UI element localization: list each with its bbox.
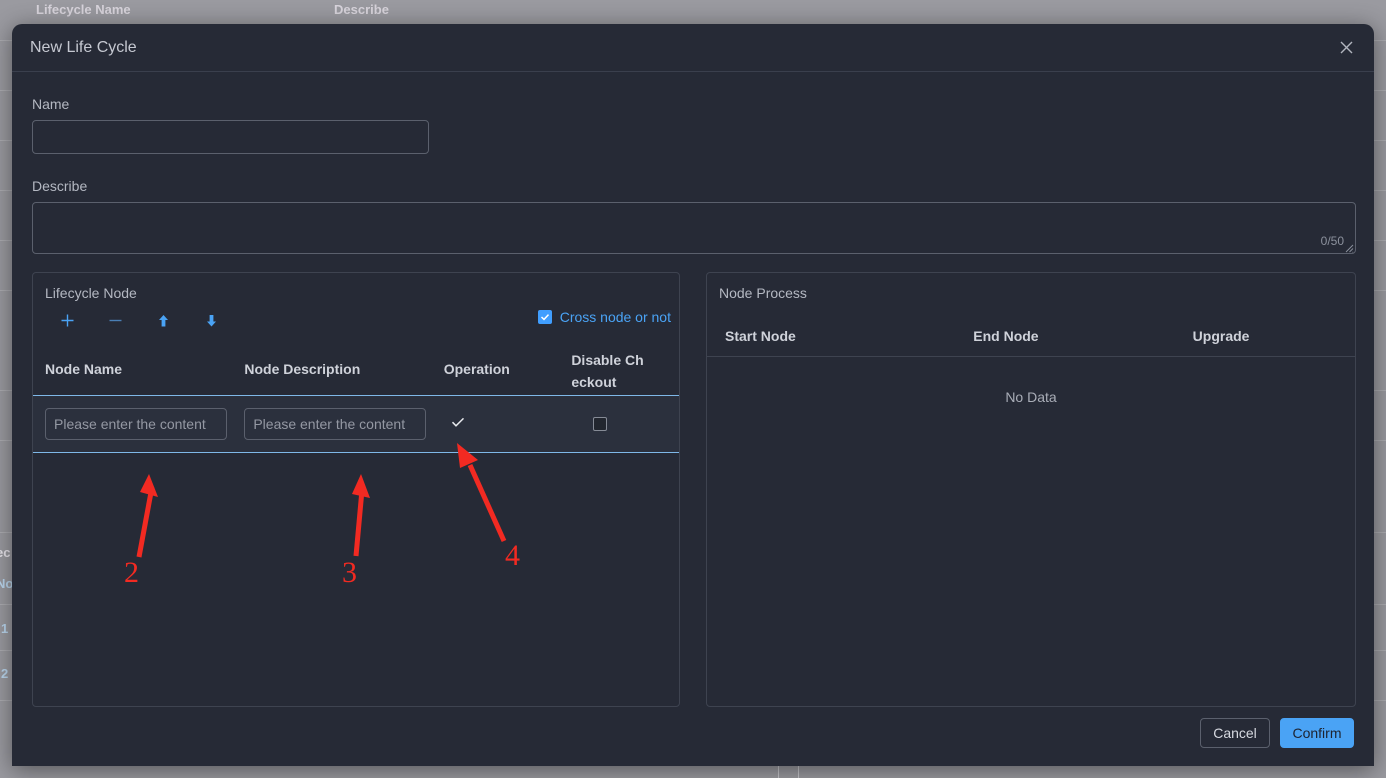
check-icon[interactable]: [450, 414, 466, 435]
background-cell-fragment: 1: [1, 621, 9, 636]
column-end-node: End Node: [973, 327, 1039, 344]
cell-operation: [444, 414, 572, 435]
dialog-title: New Life Cycle: [30, 38, 137, 56]
background-column-lifecycle-name: Lifecycle Name: [36, 2, 131, 17]
dialog-header: New Life Cycle: [12, 24, 1374, 72]
cell-node-description: [244, 408, 443, 440]
background-bottom-divider: [798, 766, 799, 778]
node-process-panel: Node Process Start Node End Node Upgrade…: [706, 272, 1356, 707]
lifecycle-node-toolbar: Cross node or not: [33, 301, 679, 331]
add-node-button[interactable]: [43, 309, 91, 331]
describe-label: Describe: [32, 178, 88, 194]
lifecycle-node-table-header: Node Name Node Description Operation Dis…: [33, 345, 679, 395]
table-row: [33, 395, 679, 453]
close-icon[interactable]: [1334, 36, 1358, 60]
node-process-table-header: Start Node End Node Upgrade: [707, 315, 1355, 357]
column-node-name: Node Name: [45, 361, 123, 377]
move-down-button[interactable]: [187, 309, 235, 331]
new-life-cycle-dialog: New Life Cycle Name Describe 0/50 Lifecy…: [12, 24, 1374, 766]
remove-node-button[interactable]: [91, 309, 139, 331]
checkbox-checked-icon[interactable]: [537, 310, 552, 324]
background-table-header: Lifecycle Name Describe: [0, 0, 1386, 22]
describe-textarea-wrapper: 0/50: [32, 202, 1356, 254]
cancel-button[interactable]: Cancel: [1200, 718, 1270, 748]
dialog-body: Name Describe 0/50 Lifecycle Node Cross …: [12, 96, 1374, 707]
dialog-footer: Cancel Confirm: [1200, 718, 1354, 748]
column-disable-checkout: Disable Ch eckout: [571, 352, 644, 391]
name-input[interactable]: [32, 120, 429, 154]
node-process-title: Node Process: [719, 285, 807, 301]
background-bottom-divider: [778, 766, 779, 778]
node-process-empty-text: No Data: [1005, 389, 1057, 405]
node-name-input[interactable]: [45, 408, 227, 440]
lifecycle-node-panel: Lifecycle Node Cross node or not Node Na…: [32, 272, 680, 707]
column-node-description: Node Description: [244, 361, 361, 377]
background-bottom-bar: [0, 766, 1386, 778]
disable-checkout-checkbox[interactable]: [593, 417, 608, 431]
node-description-input[interactable]: [244, 408, 427, 440]
lifecycle-node-table: Node Name Node Description Operation Dis…: [33, 345, 679, 453]
cell-disable-checkout: [571, 417, 667, 431]
column-upgrade: Upgrade: [1192, 327, 1250, 344]
background-cell-fragment: ec: [0, 545, 11, 560]
describe-textarea[interactable]: [32, 202, 1356, 254]
confirm-button[interactable]: Confirm: [1280, 718, 1354, 748]
cell-node-name: [45, 408, 244, 440]
column-start-node: Start Node: [725, 327, 796, 344]
cross-node-label: Cross node or not: [559, 309, 671, 325]
panels-container: Lifecycle Node Cross node or not Node Na…: [32, 272, 1356, 707]
name-label: Name: [32, 96, 70, 112]
lifecycle-node-title: Lifecycle Node: [45, 285, 137, 301]
background-cell-fragment: 2: [1, 666, 9, 681]
column-operation: Operation: [443, 361, 510, 377]
background-column-describe: Describe: [334, 2, 389, 17]
cross-node-checkbox[interactable]: Cross node or not: [537, 309, 671, 325]
move-up-button[interactable]: [139, 309, 187, 331]
